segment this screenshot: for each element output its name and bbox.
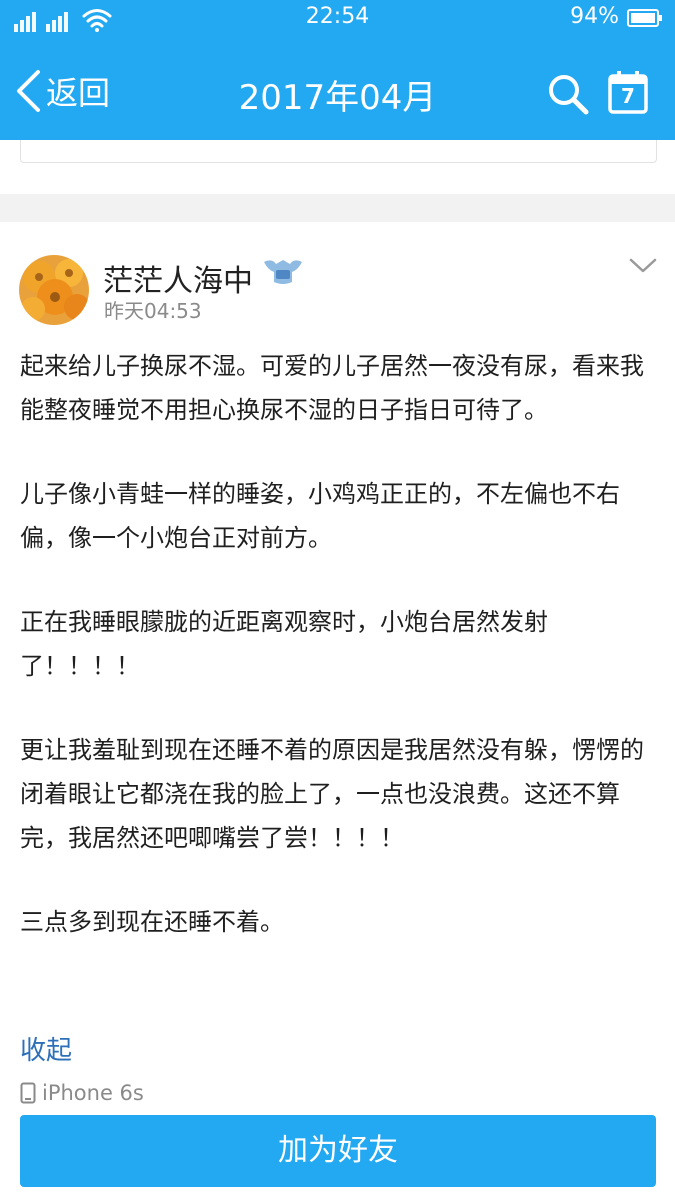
avatar-flower-image xyxy=(19,255,89,325)
collapse-link[interactable]: 收起 xyxy=(20,1030,72,1067)
battery-percent: 94% xyxy=(570,4,619,29)
calendar-button[interactable]: 7 xyxy=(608,70,648,114)
status-bar: 22:54 94% xyxy=(0,0,675,36)
post-paragraph: 起来给儿子换尿不湿。可爱的儿子居然一夜没有尿，看来我能整夜睡觉不用担心换尿不湿的… xyxy=(20,352,644,424)
battery-icon xyxy=(627,9,662,27)
section-divider xyxy=(0,194,675,222)
device-info: iPhone 6s xyxy=(20,1080,144,1106)
device-name: iPhone 6s xyxy=(42,1081,144,1105)
phone-icon xyxy=(20,1082,36,1104)
nav-bar: 返回 2017年04月 7 xyxy=(0,48,675,138)
post-paragraph: 更让我羞耻到现在还睡不着的原因是我居然没有躲，愣愣的闭着眼让它都浇在我的脸上了，… xyxy=(20,736,644,852)
post-paragraph: 儿子像小青蛙一样的睡姿，小鸡鸡正正的，不左偏也不右偏，像一个小炮台正对前方。 xyxy=(20,480,620,552)
vip-badge-icon xyxy=(264,260,302,284)
previous-post-edge xyxy=(0,140,675,194)
post-timestamp: 昨天04:53 xyxy=(104,299,202,323)
post-paragraph: 三点多到现在还睡不着。 xyxy=(20,908,284,936)
app-header: 22:54 94% 返回 2017年04月 7 xyxy=(0,0,675,140)
post-card: 茫茫人海中 昨天04:53 起来给儿子换尿不湿。可爱的儿子居然一夜没有尿，看来我… xyxy=(0,222,675,1200)
previous-post-box xyxy=(20,140,657,163)
chevron-down-icon[interactable] xyxy=(628,256,658,276)
search-icon[interactable] xyxy=(546,72,590,116)
post-paragraph: 正在我睡眼朦胧的近距离观察时，小炮台居然发射了！！！！ xyxy=(20,608,548,680)
add-friend-button[interactable]: 加为好友 xyxy=(20,1115,656,1187)
author-name[interactable]: 茫茫人海中 xyxy=(103,256,253,300)
calendar-day: 7 xyxy=(621,84,635,108)
post-body: 起来给儿子换尿不湿。可爱的儿子居然一夜没有尿，看来我能整夜睡觉不用担心换尿不湿的… xyxy=(20,344,656,944)
avatar[interactable] xyxy=(19,255,89,325)
